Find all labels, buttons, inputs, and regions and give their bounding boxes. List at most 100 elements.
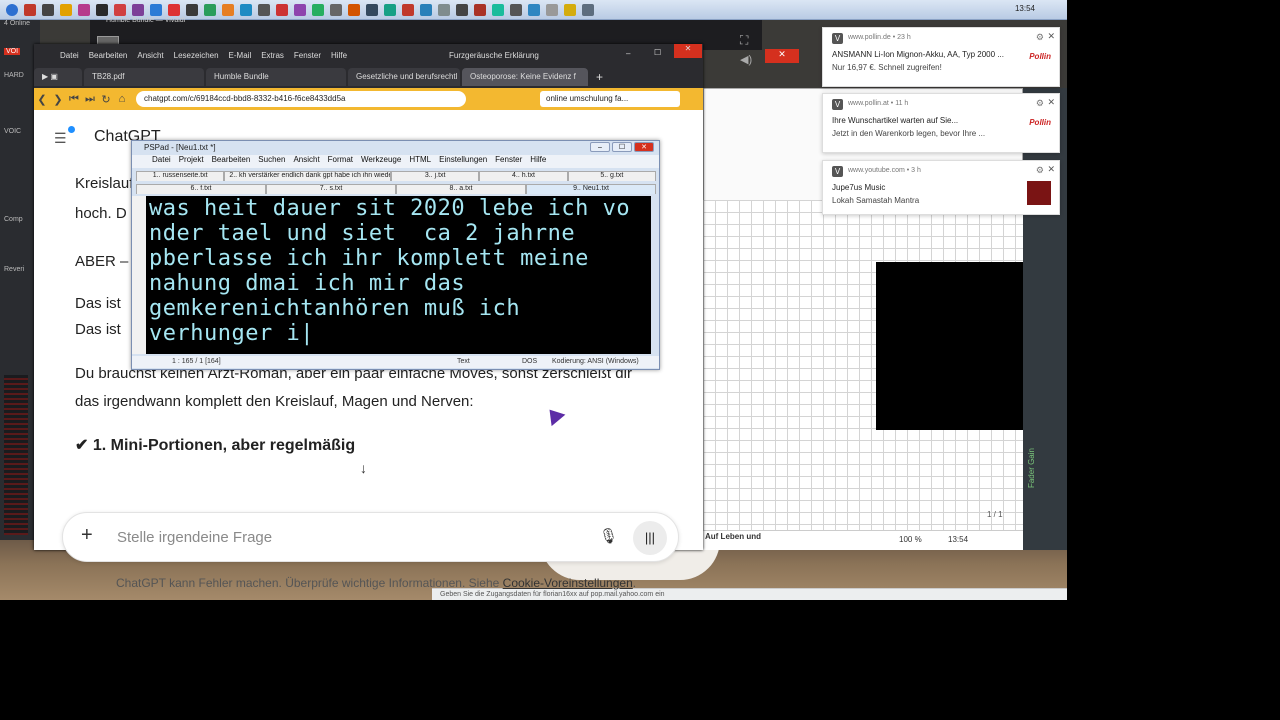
app-icon[interactable]	[24, 3, 36, 16]
file-tab[interactable]: 3.. j.txt	[391, 171, 480, 181]
menu-item[interactable]: Fenster	[495, 155, 522, 168]
menu-item[interactable]: Werkzeuge	[361, 155, 401, 168]
app-icon[interactable]	[492, 3, 504, 16]
url-field[interactable]: chatgpt.com/c/69184ccd-bbd8-8332-b416-f6…	[136, 91, 466, 107]
home-icon[interactable]: ⌂	[114, 93, 130, 105]
last-icon[interactable]: ⏭	[82, 93, 98, 106]
app-icon[interactable]	[474, 3, 486, 16]
menu-item[interactable]: Projekt	[179, 155, 204, 168]
file-tab[interactable]: 5.. g.txt	[567, 171, 656, 181]
speaker-icon[interactable]: ◀)	[740, 53, 752, 66]
gear-icon[interactable]: ⚙	[1036, 98, 1044, 109]
app-icon[interactable]	[366, 3, 378, 16]
close-icon[interactable]: ✕	[1047, 97, 1055, 108]
menu-email[interactable]: E-Mail	[229, 51, 252, 60]
add-icon[interactable]: +	[81, 524, 93, 547]
prompt-placeholder[interactable]: Stelle irgendeine Frage	[117, 529, 272, 546]
menu-fenster[interactable]: Fenster	[294, 51, 321, 60]
forward-icon[interactable]: ❯	[50, 93, 66, 106]
file-tab[interactable]: 6.. f.txt	[136, 184, 266, 194]
menu-item[interactable]: Suchen	[258, 155, 285, 168]
app-icon[interactable]	[348, 3, 360, 16]
app-icon[interactable]	[330, 3, 342, 16]
editor-area[interactable]: was heit dauer sit 2020 lebe ich vo nder…	[146, 196, 651, 354]
reload-icon[interactable]: ↻	[98, 93, 114, 106]
tab-tb28[interactable]: TB28.pdf	[84, 68, 204, 86]
close-button[interactable]: ✕	[765, 49, 799, 63]
tab-humble[interactable]: Humble Bundle	[206, 68, 346, 86]
app-icon[interactable]	[114, 3, 126, 16]
menu-item[interactable]: Ansicht	[293, 155, 319, 168]
app-icon[interactable]	[168, 3, 180, 16]
minimize-icon[interactable]: –	[590, 142, 610, 152]
app-icon[interactable]	[276, 3, 288, 16]
tab-osteoporose[interactable]: Osteoporose: Keine Evidenz f	[462, 68, 588, 86]
menu-item[interactable]: Bearbeiten	[212, 155, 251, 168]
gear-icon[interactable]: ⚙	[1036, 165, 1044, 176]
minimize-icon[interactable]: –	[626, 49, 630, 58]
app-icon[interactable]	[42, 3, 54, 16]
app-icon[interactable]	[240, 3, 252, 16]
app-icon[interactable]	[582, 3, 594, 16]
file-tab[interactable]: 2.. kh verstärker endlich dank gpt habe …	[224, 171, 391, 181]
menu-item[interactable]: Einstellungen	[439, 155, 487, 168]
app-icon[interactable]	[150, 3, 162, 16]
file-tab[interactable]: 8.. a.txt	[396, 184, 526, 194]
notification-card[interactable]: V www.pollin.at • 11 h ⚙ ✕ Ihre Wunschar…	[822, 93, 1060, 153]
search-field[interactable]: online umschulung fa...	[540, 91, 680, 107]
menu-item[interactable]: HTML	[409, 155, 431, 168]
back-icon[interactable]: ❮	[34, 93, 50, 106]
voice-mode-button[interactable]: |||	[633, 521, 667, 555]
prompt-composer[interactable]: + Stelle irgendeine Frage 🎙 |||	[62, 512, 679, 562]
app-icon[interactable]	[258, 3, 270, 16]
app-icon[interactable]	[402, 3, 414, 16]
app-icon[interactable]	[60, 3, 72, 16]
menu-item[interactable]: Datei	[152, 155, 171, 168]
app-icon[interactable]	[222, 3, 234, 16]
app-icon[interactable]	[132, 3, 144, 16]
app-icon[interactable]	[186, 3, 198, 16]
app-icon[interactable]	[438, 3, 450, 16]
app-icon[interactable]	[384, 3, 396, 16]
app-icon[interactable]	[96, 3, 108, 16]
app-icon[interactable]	[78, 3, 90, 16]
close-icon[interactable]: ✕	[1047, 31, 1055, 42]
expand-icon[interactable]: ⛶	[740, 33, 748, 48]
new-tab-icon[interactable]: +	[596, 70, 603, 84]
file-tab[interactable]: 4.. h.txt	[479, 171, 568, 181]
volume-meter[interactable]	[4, 375, 28, 535]
notification-card[interactable]: V www.youtube.com • 3 h ⚙ ✕ Jupe7us Musi…	[822, 160, 1060, 215]
app-icon[interactable]	[420, 3, 432, 16]
close-icon[interactable]: ✕	[674, 44, 702, 58]
app-icon[interactable]	[294, 3, 306, 16]
app-icon[interactable]	[456, 3, 468, 16]
menu-hilfe[interactable]: Hilfe	[331, 51, 347, 60]
app-icon[interactable]	[528, 3, 540, 16]
file-tab[interactable]: 7.. s.txt	[266, 184, 396, 194]
tab-gesetzliche[interactable]: Gesetzliche und berufsrechtl	[348, 68, 460, 86]
file-tab[interactable]: 1.. russenseite.txt	[136, 171, 225, 181]
app-icon[interactable]	[546, 3, 558, 16]
menu-item[interactable]: Format	[328, 155, 353, 168]
cookie-link[interactable]: Cookie-Voreinstellungen	[503, 576, 633, 590]
close-icon[interactable]: ✕	[1047, 164, 1055, 175]
app-icon[interactable]	[204, 3, 216, 16]
menu-icon[interactable]: ☰	[54, 130, 67, 147]
maximize-icon[interactable]: ☐	[612, 142, 632, 152]
menu-datei[interactable]: Datei	[60, 51, 79, 60]
tab-icons[interactable]: ▶ ▣	[34, 68, 82, 86]
app-icon[interactable]	[312, 3, 324, 16]
start-icon[interactable]	[6, 3, 18, 16]
menu-lesezeichen[interactable]: Lesezeichen	[174, 51, 219, 60]
file-tab-active[interactable]: 9.. Neu1.txt	[526, 184, 656, 194]
menu-bearbeiten[interactable]: Bearbeiten	[89, 51, 128, 60]
first-icon[interactable]: ⏮	[66, 93, 82, 106]
menu-extras[interactable]: Extras	[261, 51, 284, 60]
maximize-icon[interactable]: ☐	[654, 48, 661, 57]
gear-icon[interactable]: ⚙	[1036, 32, 1044, 43]
scroll-down-icon[interactable]: ↓	[360, 460, 367, 476]
close-icon[interactable]: ✕	[634, 142, 654, 152]
menu-ansicht[interactable]: Ansicht	[137, 51, 163, 60]
app-icon[interactable]	[564, 3, 576, 16]
menu-item[interactable]: Hilfe	[530, 155, 546, 168]
